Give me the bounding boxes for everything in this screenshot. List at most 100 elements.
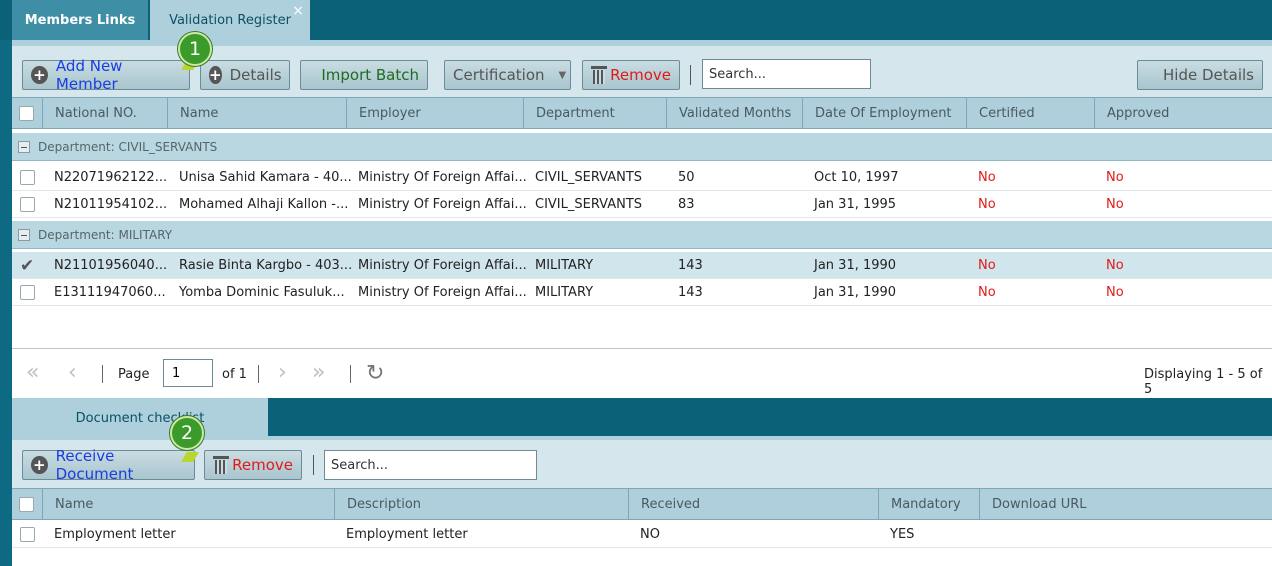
column-header-national-no[interactable]: National NO. (42, 98, 167, 129)
column-header-approved[interactable]: Approved (1094, 98, 1272, 129)
column-header-download-url[interactable]: Download URL (979, 489, 1272, 520)
previous-page-icon[interactable]: ‹ (68, 362, 77, 384)
table-row[interactable]: N21011954102... Mohamed Alhaji Kallon -.… (12, 191, 1272, 218)
collapse-icon[interactable] (18, 229, 30, 241)
column-header-received[interactable]: Received (628, 489, 878, 520)
receive-document-button[interactable]: + Receive Document (22, 447, 195, 483)
remove-document-label: Remove (232, 456, 293, 474)
plus-circle-icon: + (31, 66, 48, 84)
cell-approved: No (1106, 285, 1124, 300)
column-header-name[interactable]: Name (167, 98, 346, 129)
column-header-description[interactable]: Description (334, 489, 628, 520)
first-page-icon[interactable]: « (26, 362, 39, 384)
row-checkbox[interactable] (20, 285, 35, 300)
row-checkbox[interactable] (20, 527, 35, 542)
row-checkbox[interactable] (20, 170, 35, 185)
app-window: Members Links Validation Register × + Ad… (0, 0, 1272, 566)
cell-national-no: N21101956040... (54, 258, 168, 273)
document-search-input[interactable] (324, 450, 537, 480)
cell-validated-months: 83 (678, 197, 695, 212)
cell-department: MILITARY (535, 285, 594, 300)
add-new-member-label: Add New Member (55, 57, 123, 93)
cell-department: CIVIL_SERVANTS (535, 170, 643, 185)
column-header-name[interactable]: Name (42, 489, 334, 520)
column-header-date-of-employment[interactable]: Date Of Employment (802, 98, 966, 129)
group-header-military[interactable]: Department: MILITARY (12, 221, 1272, 249)
cell-department: MILITARY (535, 258, 594, 273)
document-grid-header: Name Description Received Mandatory Down… (12, 488, 1272, 520)
cell-date-of-employment: Jan 31, 1995 (814, 197, 897, 212)
group-label: Department: MILITARY (38, 228, 173, 242)
cell-certified: No (978, 285, 996, 300)
certification-label: Certification (453, 66, 545, 84)
cell-validated-months: 50 (678, 170, 695, 185)
cell-validated-months: 143 (678, 258, 703, 273)
column-header-validated-months[interactable]: Validated Months (666, 98, 802, 129)
cell-department: CIVIL_SERVANTS (535, 197, 643, 212)
group-label: Department: CIVIL_SERVANTS (38, 140, 218, 154)
table-row[interactable]: N22071962122... Unisa Sahid Kamara - 40.… (12, 164, 1272, 191)
tab-members-links[interactable]: Members Links (12, 0, 148, 40)
cell-approved: No (1106, 170, 1124, 185)
select-all-checkbox[interactable] (19, 106, 34, 121)
hide-details-label: Hide Details (1163, 66, 1254, 84)
tab-validation-register[interactable]: Validation Register × (150, 0, 310, 40)
group-header-civil-servants[interactable]: Department: CIVIL_SERVANTS (12, 133, 1272, 161)
refresh-icon[interactable]: ↻ (366, 361, 384, 386)
close-icon[interactable]: × (292, 3, 304, 19)
cell-national-no: E13111947060... (54, 285, 166, 300)
page-number-input[interactable] (163, 359, 213, 387)
column-header-mandatory[interactable]: Mandatory (878, 489, 979, 520)
cell-employer: Ministry Of Foreign Affai... (358, 197, 527, 212)
cell-name: Mohamed Alhaji Kallon -... (179, 197, 349, 212)
next-page-icon[interactable]: › (278, 362, 287, 384)
cell-name: Employment letter (54, 527, 176, 542)
column-header-certified[interactable]: Certified (966, 98, 1094, 129)
row-checkbox[interactable] (20, 197, 35, 212)
members-search-input[interactable] (702, 59, 871, 89)
column-header-employer[interactable]: Employer (346, 98, 523, 129)
cell-national-no: N22071962122... (54, 170, 168, 185)
cell-certified: No (978, 258, 996, 273)
remove-member-button[interactable]: Remove (582, 60, 680, 90)
cell-certified: No (978, 170, 996, 185)
step-badge-1-label: 1 (188, 38, 202, 60)
pager-separator (102, 365, 103, 383)
displaying-count: Displaying 1 - 5 of 5 (1144, 367, 1263, 397)
import-batch-button[interactable]: Import Batch (300, 60, 428, 90)
last-page-icon[interactable]: » (312, 362, 325, 384)
table-row-selected[interactable]: ✔ N21101956040... Rasie Binta Kargbo - 4… (12, 252, 1272, 279)
cell-mandatory: YES (890, 527, 915, 542)
cell-name: Yomba Dominic Fasuluk... (179, 285, 345, 300)
tab-members-links-label: Members Links (24, 12, 136, 28)
select-all-checkbox[interactable] (19, 497, 34, 512)
toolbar-separator (690, 65, 691, 85)
collapse-icon[interactable] (18, 141, 30, 153)
page-count-label: of 1 (222, 367, 247, 382)
checkmark-icon[interactable]: ✔ (20, 256, 34, 276)
details-button[interactable]: + Details (200, 60, 290, 90)
add-new-member-button[interactable]: + Add New Member (22, 57, 190, 93)
trash-icon (591, 66, 608, 84)
cell-description: Employment letter (346, 527, 468, 542)
import-batch-label: Import Batch (321, 66, 419, 84)
cell-employer: Ministry Of Foreign Affai... (358, 170, 527, 185)
remove-label: Remove (610, 66, 671, 84)
cell-received: NO (640, 527, 660, 542)
step-badge-2-label: 2 (180, 422, 194, 444)
trash-icon (213, 456, 230, 474)
tab-document-checklist[interactable]: Document checklist (12, 398, 268, 438)
remove-document-button[interactable]: Remove (204, 450, 302, 480)
cell-approved: No (1106, 258, 1124, 273)
hide-details-button[interactable]: Hide Details (1137, 60, 1263, 90)
column-header-department[interactable]: Department (523, 98, 666, 129)
members-pager: « ‹ Page of 1 › » ↻ Displaying 1 - 5 of … (12, 348, 1272, 398)
table-row[interactable]: Employment letter Employment letter NO Y… (12, 521, 1272, 548)
plus-circle-icon: + (209, 65, 222, 84)
document-toolbar: + Receive Document Remove (12, 436, 1272, 488)
cell-date-of-employment: Oct 10, 1997 (814, 170, 899, 185)
members-grid-header: National NO. Name Employer Department Va… (12, 97, 1272, 129)
step-badge-1: 1 (178, 32, 212, 66)
certification-dropdown-button[interactable]: Certification ▼ (444, 60, 571, 90)
table-row[interactable]: E13111947060... Yomba Dominic Fasuluk...… (12, 279, 1272, 306)
